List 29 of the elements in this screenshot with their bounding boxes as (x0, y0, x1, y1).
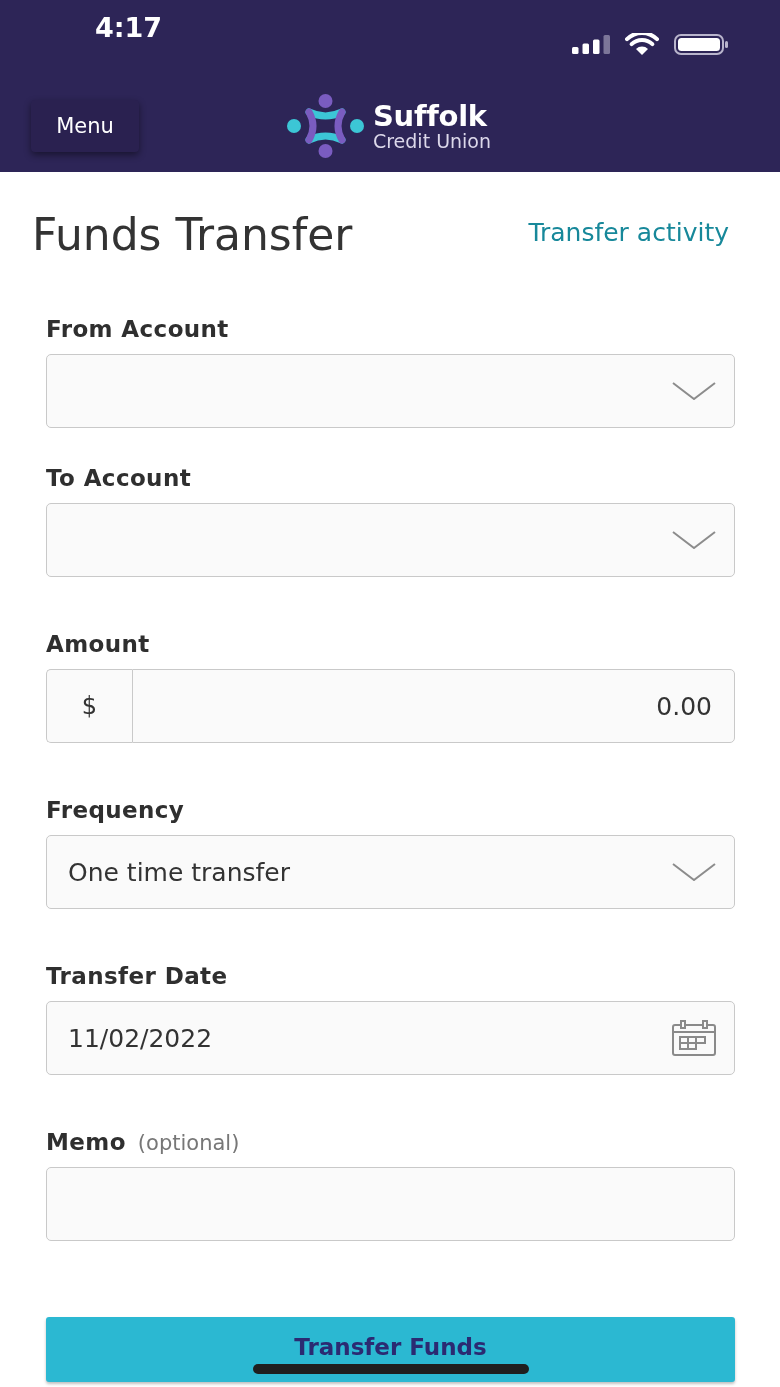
signal-icon (572, 34, 610, 54)
optional-hint: (optional) (137, 1130, 240, 1157)
battery-icon (674, 33, 728, 55)
page-title: Funds Transfer (32, 209, 353, 261)
wifi-icon (625, 33, 659, 55)
calendar-icon (672, 1020, 716, 1056)
date-field[interactable]: 11/02/2022 (46, 1001, 735, 1075)
status-time: 4:17 (95, 12, 163, 44)
brand-name: Suffolk (372, 100, 487, 131)
field-label: Amount (46, 630, 150, 658)
menu-button[interactable]: Menu (31, 100, 139, 152)
dropdown-field[interactable] (46, 354, 735, 428)
currency-prefix: $ (46, 669, 132, 743)
transfer-funds-button[interactable]: Transfer Funds (46, 1317, 735, 1382)
transfer-activity-link[interactable]: Transfer activity (528, 218, 729, 248)
field-label: Transfer Date (46, 962, 228, 990)
logo-icon (286, 94, 364, 158)
brand-tagline: Credit Union (372, 130, 492, 152)
field-label: From Account (46, 315, 229, 343)
dropdown-field[interactable]: One time transfer (46, 835, 735, 909)
chevron-down-icon (672, 863, 716, 881)
chevron-down-icon (672, 531, 716, 549)
memo-input[interactable] (46, 1167, 735, 1241)
amount-input[interactable]: 0.00 (132, 669, 735, 743)
field-label: Memo (46, 1128, 126, 1156)
field-label: Frequency (46, 796, 185, 824)
dropdown-field[interactable] (46, 503, 735, 577)
chevron-down-icon (672, 382, 716, 400)
field-label: To Account (46, 464, 192, 492)
